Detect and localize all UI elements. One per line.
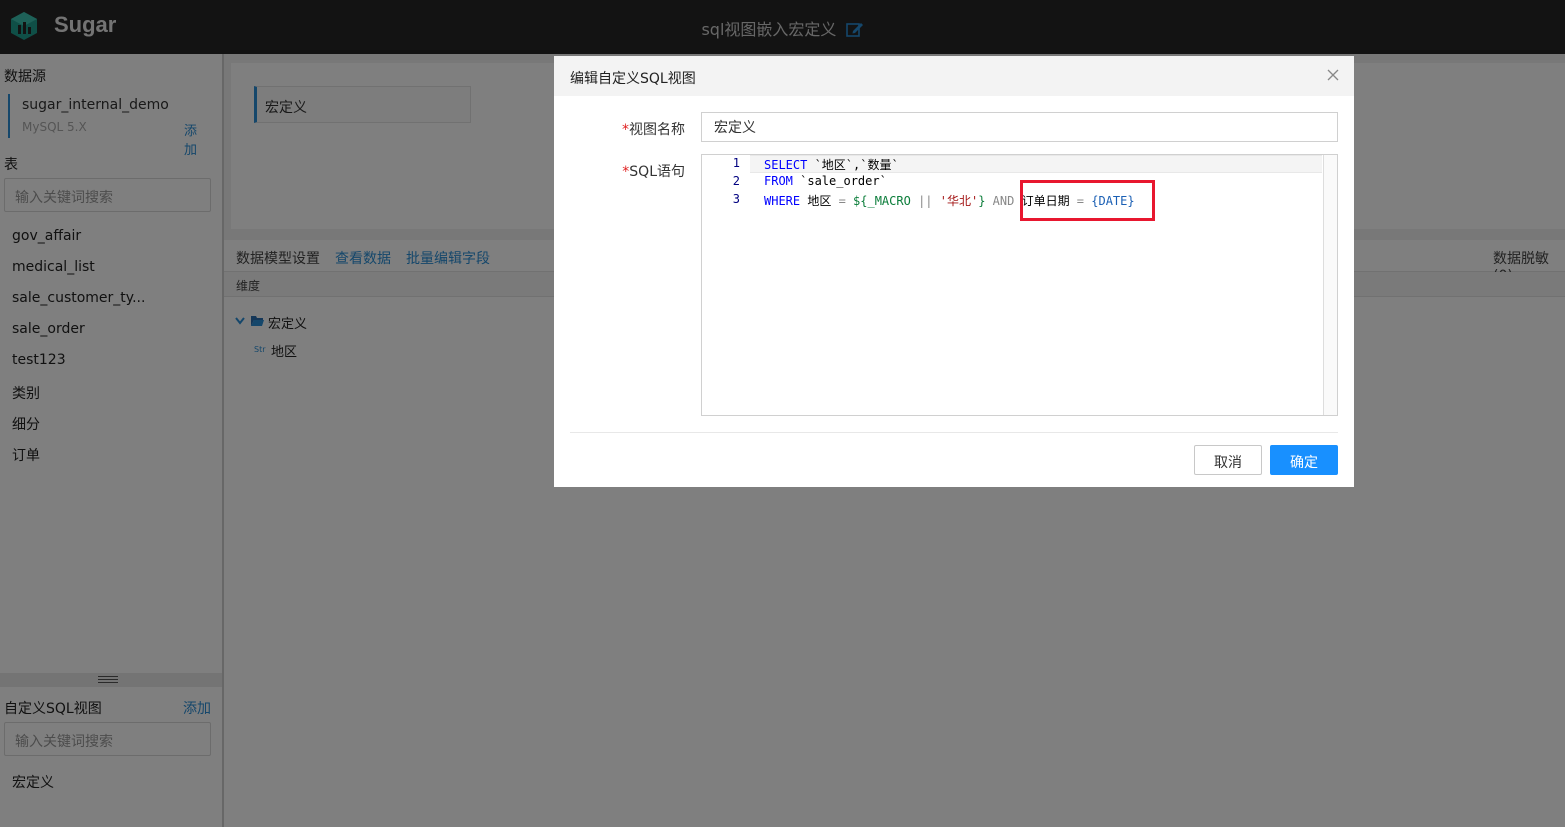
highlight-box <box>1020 180 1155 221</box>
view-name-label: *视图名称 <box>622 122 685 138</box>
dialog-footer-divider <box>570 432 1338 433</box>
sql-label: *SQL语句 <box>622 164 685 180</box>
view-name-input[interactable] <box>701 112 1338 142</box>
sql-label-text: SQL语句 <box>629 164 685 180</box>
close-icon[interactable] <box>1326 68 1340 82</box>
editor-scrollbar[interactable] <box>1323 155 1337 415</box>
line-number: 2 <box>732 174 740 188</box>
line-number: 1 <box>732 156 740 170</box>
line-number: 3 <box>732 192 740 206</box>
dialog-header: 编辑自定义SQL视图 <box>554 56 1354 96</box>
code-line-1: SELECT `地区`,`数量` <box>764 158 899 172</box>
dialog-title: 编辑自定义SQL视图 <box>570 71 696 87</box>
confirm-button[interactable]: 确定 <box>1270 445 1338 475</box>
view-name-label-text: 视图名称 <box>629 122 685 138</box>
edit-sql-view-dialog: 编辑自定义SQL视图 *视图名称 *SQL语句 1 2 3 SELECT `地区… <box>554 56 1354 487</box>
cancel-button[interactable]: 取消 <box>1194 445 1262 475</box>
code-line-2: FROM `sale_order` <box>764 174 887 188</box>
